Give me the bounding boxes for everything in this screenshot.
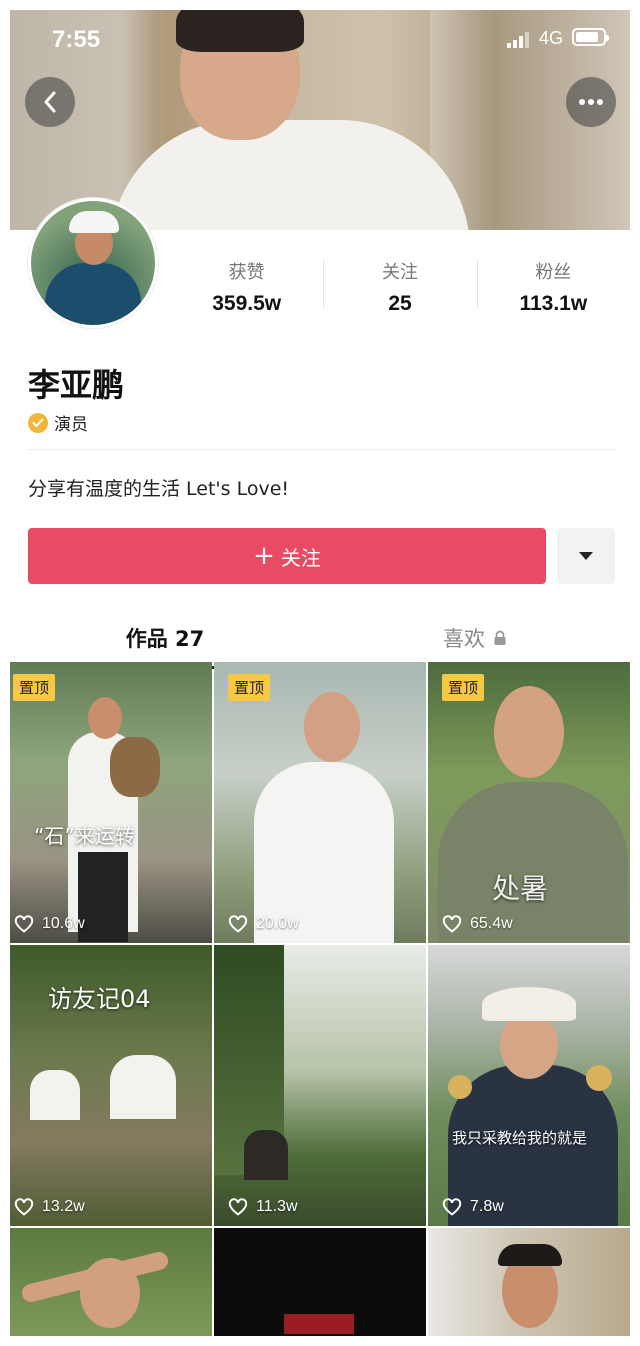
content-tabs: 作品 27 喜欢 [10, 606, 630, 670]
chevron-left-icon [44, 91, 56, 113]
like-count: 7.8w [442, 1198, 504, 1216]
stat-value: 359.5w [212, 292, 282, 315]
heart-icon [228, 915, 248, 933]
profile-page: 7:55 4G 获赞 359.5w 关注 25 粉丝 113.1w 李亚鹏 演员… [10, 10, 630, 1336]
video-tile[interactable]: 置顶 “石”来运转 10.6w [10, 662, 212, 943]
like-count: 13.2w [14, 1198, 85, 1216]
lock-icon [494, 630, 506, 645]
follow-button[interactable]: + 关注 [28, 528, 546, 584]
video-caption: 处暑 [492, 872, 549, 905]
video-caption: 访友记04 [48, 985, 151, 1013]
profile-bio: 分享有温度的生活 Let's Love! [28, 478, 290, 500]
stat-likes-received[interactable]: 获赞 359.5w [170, 252, 323, 322]
stat-followers[interactable]: 粉丝 113.1w [476, 252, 630, 322]
video-tile[interactable] [428, 1228, 630, 1336]
heart-icon [442, 1198, 462, 1216]
stat-following[interactable]: 关注 25 [323, 252, 476, 322]
battery-icon [572, 28, 609, 46]
pinned-badge: 置顶 [442, 674, 485, 701]
stat-label: 获赞 [228, 262, 265, 283]
stat-label: 粉丝 [535, 262, 572, 283]
heart-icon [14, 915, 34, 933]
caret-down-icon [579, 552, 593, 560]
heart-icon [442, 915, 462, 933]
network-label: 4G [539, 28, 564, 48]
signal-icon [507, 32, 533, 48]
heart-icon [228, 1198, 248, 1216]
more-button[interactable] [566, 77, 616, 127]
video-tile[interactable] [10, 1228, 212, 1336]
status-time: 7:55 [52, 26, 101, 53]
like-count-value: 20.0w [256, 915, 299, 932]
plus-icon: + [253, 541, 275, 571]
pinned-badge: 置顶 [228, 674, 271, 701]
profile-name: 李亚鹏 [28, 366, 125, 404]
pinned-badge: 置顶 [13, 674, 56, 701]
like-count: 20.0w [228, 915, 299, 933]
like-count-value: 13.2w [42, 1198, 85, 1215]
tab-likes-label: 喜欢 [443, 627, 485, 651]
like-count-value: 11.3w [256, 1198, 298, 1215]
video-tile[interactable]: 我只采教给我的就是 7.8w [428, 945, 630, 1226]
video-tile[interactable]: 访友记04 13.2w [10, 945, 212, 1226]
verification-label: 演员 [54, 415, 88, 435]
avatar[interactable] [28, 198, 158, 328]
tab-likes[interactable]: 喜欢 [320, 606, 630, 670]
like-count: 65.4w [442, 915, 513, 933]
video-caption: “石”来运转 [34, 824, 135, 848]
status-bar: 7:55 4G [10, 10, 630, 66]
like-count: 10.6w [14, 915, 85, 933]
like-count: 11.3w [228, 1198, 298, 1216]
recommend-dropdown-button[interactable] [557, 528, 615, 584]
verified-check-icon [28, 412, 48, 433]
video-tile[interactable] [214, 1228, 426, 1336]
verification-row: 演员 [28, 410, 88, 435]
heart-icon [14, 1198, 34, 1216]
divider [28, 449, 616, 450]
video-tile[interactable]: 置顶 20.0w [214, 662, 426, 943]
video-caption: 我只采教给我的就是 [452, 1129, 588, 1147]
tab-works[interactable]: 作品 27 [10, 606, 320, 670]
video-grid: 置顶 “石”来运转 10.6w 置顶 20.0w 置顶 处暑 65.4w 访友记… [10, 662, 630, 1336]
stat-value: 113.1w [519, 292, 588, 315]
like-count-value: 65.4w [470, 915, 513, 932]
follow-label: 关注 [280, 545, 321, 570]
like-count-value: 7.8w [470, 1198, 504, 1215]
tab-works-label: 作品 27 [125, 627, 205, 651]
video-tile[interactable]: 置顶 处暑 65.4w [428, 662, 630, 943]
stat-label: 关注 [381, 262, 418, 283]
back-button[interactable] [25, 77, 75, 127]
profile-stats: 获赞 359.5w 关注 25 粉丝 113.1w [170, 252, 630, 322]
more-dots-icon [579, 99, 603, 105]
profile-card: 获赞 359.5w 关注 25 粉丝 113.1w 李亚鹏 演员 分享有温度的生… [10, 198, 630, 670]
like-count-value: 10.6w [42, 915, 85, 932]
stat-value: 25 [388, 292, 412, 315]
video-tile[interactable]: 11.3w [214, 945, 426, 1226]
